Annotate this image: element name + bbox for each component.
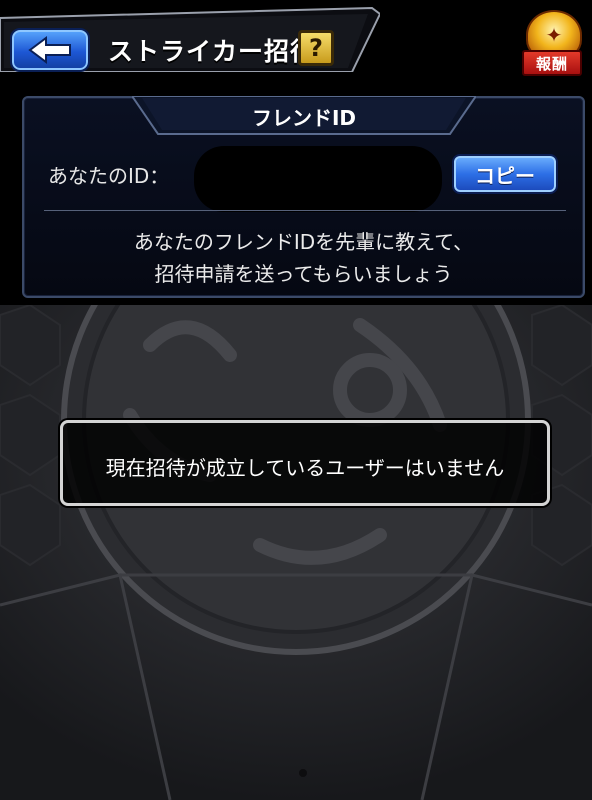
- friend-id-panel: フレンドID あなたのID： コピー あなたのフレンドIDを先輩に教えて、 招待…: [22, 96, 585, 298]
- status-message-box: 現在招待が成立しているユーザーはいません: [60, 420, 550, 506]
- panel-message-line1: あなたのフレンドIDを先輩に教えて、: [133, 230, 474, 254]
- friend-id-value-redacted: [194, 146, 442, 212]
- header-bar: ストライカー招待 ?: [0, 6, 380, 72]
- panel-message-line2: 招待申請を送ってもらいましょう: [154, 262, 453, 286]
- panel-title-tab: フレンドID: [132, 96, 476, 136]
- copy-button[interactable]: コピー: [452, 154, 558, 194]
- hex-tiles-left: [0, 305, 61, 567]
- back-arrow-icon: [28, 36, 71, 64]
- back-button[interactable]: [10, 28, 90, 72]
- panel-title: フレンドID: [251, 106, 357, 130]
- friend-id-label: あなたのID：: [48, 164, 170, 188]
- panel-message: あなたのフレンドIDを先輩に教えて、 招待申請を送ってもらいましょう: [24, 226, 583, 290]
- page-title: ストライカー招待: [108, 37, 317, 66]
- reward-label: 報酬: [522, 50, 582, 76]
- background-art: [0, 305, 592, 800]
- help-button[interactable]: ?: [298, 30, 334, 66]
- panel-divider: [44, 210, 566, 211]
- status-message: 現在招待が成立しているユーザーはいません: [105, 456, 505, 480]
- reward-button[interactable]: ✦ 報酬: [520, 10, 586, 80]
- floor-dot: [299, 769, 307, 777]
